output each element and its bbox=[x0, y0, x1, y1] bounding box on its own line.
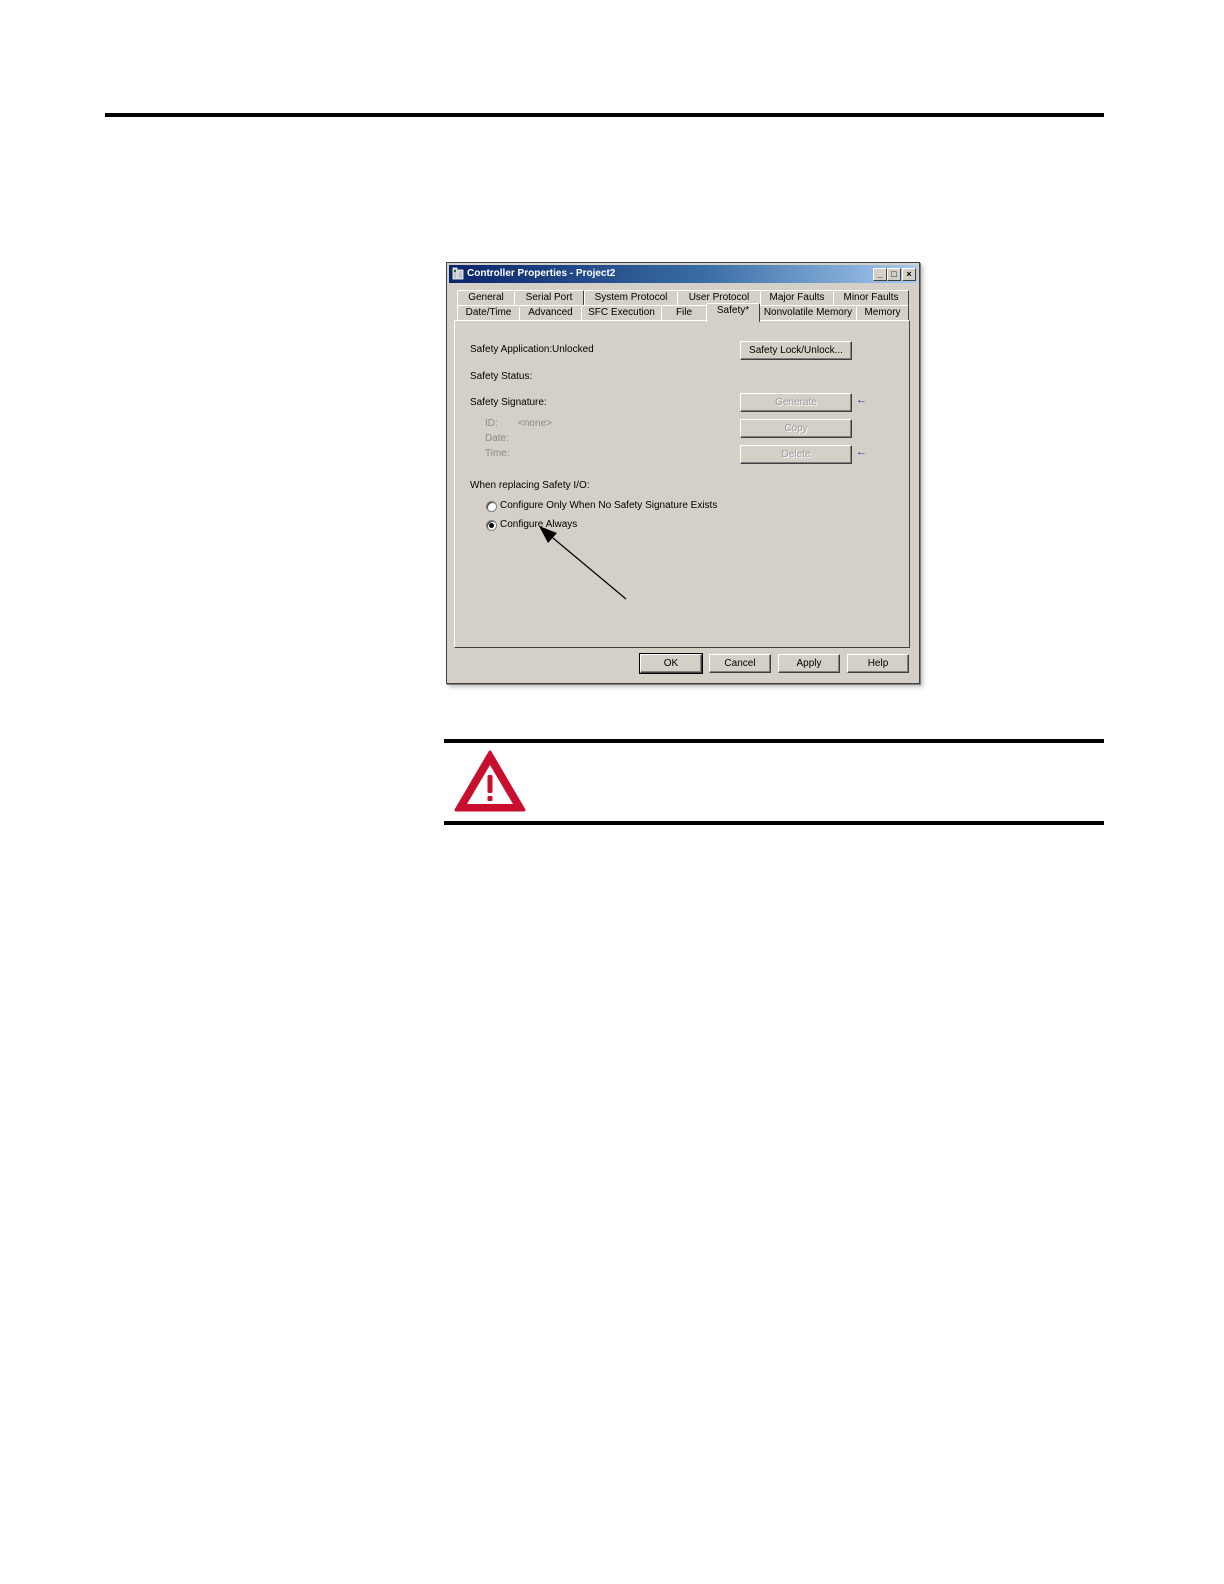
maximize-button[interactable]: □ bbox=[887, 268, 901, 281]
controller-properties-dialog: Controller Properties - Project2 _ □ × G… bbox=[446, 262, 920, 684]
controller-icon bbox=[452, 267, 464, 280]
page-header-rule bbox=[105, 113, 1104, 117]
help-button[interactable]: Help bbox=[847, 654, 909, 673]
warning-top-rule bbox=[444, 739, 1104, 743]
dialog-title: Controller Properties - Project2 bbox=[467, 268, 616, 279]
cancel-button[interactable]: Cancel bbox=[709, 654, 771, 673]
minimize-button[interactable]: _ bbox=[873, 268, 887, 281]
ok-button[interactable]: OK bbox=[639, 653, 703, 674]
apply-button[interactable]: Apply bbox=[778, 654, 840, 673]
safety-tab-panel: Safety Application: Unlocked Safety Stat… bbox=[454, 320, 910, 648]
tab-safety[interactable]: Safety* bbox=[706, 303, 760, 322]
callout-arrow bbox=[539, 526, 627, 600]
title-bar[interactable]: Controller Properties - Project2 _ □ × bbox=[449, 265, 917, 283]
warning-bottom-rule bbox=[444, 821, 1104, 825]
close-button[interactable]: × bbox=[902, 268, 916, 281]
warning-triangle-icon bbox=[454, 750, 526, 812]
